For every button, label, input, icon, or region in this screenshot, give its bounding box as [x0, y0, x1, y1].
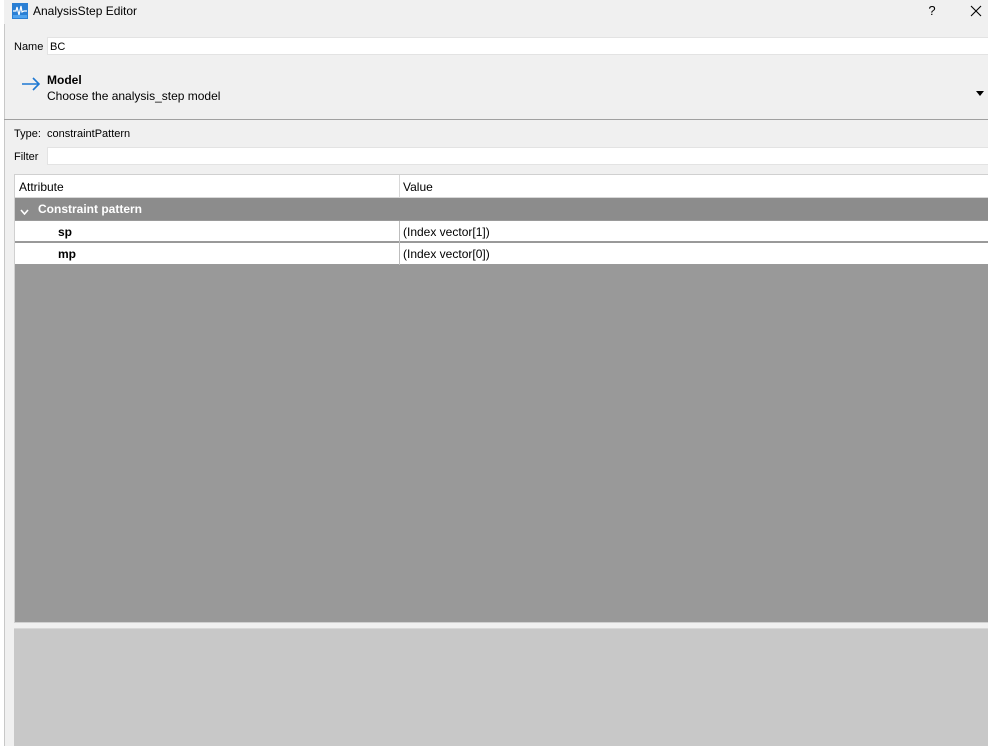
close-button[interactable] — [966, 0, 988, 22]
attribute-name: mp — [58, 247, 76, 261]
close-icon — [970, 5, 982, 17]
separator — [4, 119, 988, 120]
dropdown-arrow-icon[interactable] — [976, 85, 984, 99]
model-selector[interactable]: Model Choose the analysis_step model — [4, 65, 988, 119]
name-label: Name — [14, 41, 44, 53]
help-button[interactable]: ? — [924, 2, 940, 20]
details-panel — [14, 628, 988, 746]
model-title: Model — [47, 73, 82, 87]
attribute-value[interactable]: (Index vector[1]) — [403, 225, 490, 239]
title-bar: AnalysisStep Editor ? — [4, 0, 988, 24]
type-value: constraintPattern — [47, 128, 131, 140]
cell-divider — [399, 243, 400, 265]
chevron-down-icon[interactable] — [20, 204, 29, 218]
app-waveform-icon — [12, 3, 28, 19]
tree-header: Attribute Value — [15, 175, 988, 198]
group-row-constraint-pattern[interactable]: Constraint pattern — [15, 198, 988, 220]
arrow-right-icon — [21, 77, 41, 94]
name-input[interactable] — [47, 37, 988, 55]
attribute-name: sp — [58, 225, 73, 239]
group-label: Constraint pattern — [38, 202, 143, 216]
filter-input[interactable] — [47, 147, 988, 165]
attribute-tree[interactable]: Attribute Value Constraint pattern sp (I… — [14, 174, 988, 623]
type-label: Type: — [14, 128, 41, 140]
filter-label: Filter — [14, 151, 39, 163]
table-row[interactable]: sp (Index vector[1]) — [15, 220, 988, 243]
attribute-value[interactable]: (Index vector[0]) — [403, 247, 490, 261]
table-row[interactable]: mp (Index vector[0]) — [15, 243, 988, 265]
model-subtitle: Choose the analysis_step model — [47, 89, 221, 103]
cell-divider — [399, 221, 400, 243]
column-header-value[interactable]: Value — [403, 180, 433, 194]
column-header-attribute[interactable]: Attribute — [19, 180, 64, 194]
window-title: AnalysisStep Editor — [33, 4, 138, 18]
column-divider[interactable] — [399, 175, 400, 198]
